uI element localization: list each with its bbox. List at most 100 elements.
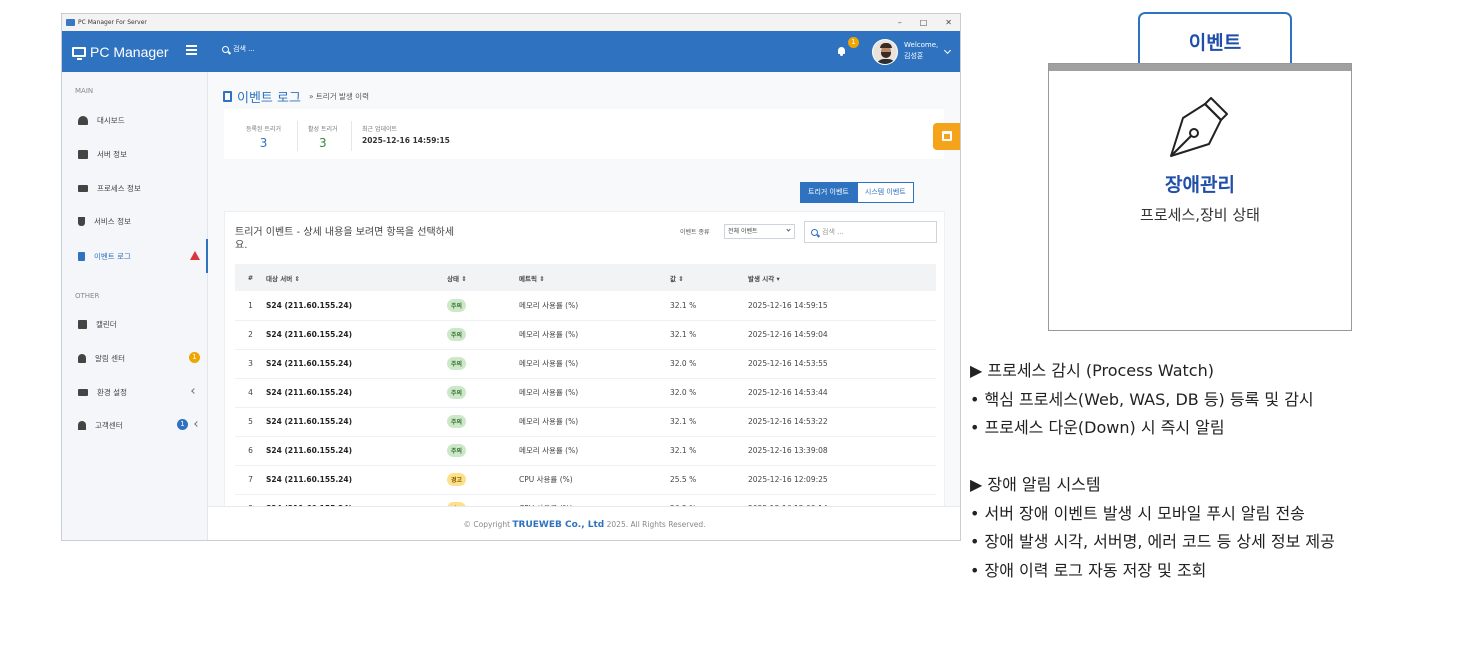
col-value[interactable]: 값 ⇕ xyxy=(670,264,748,291)
stat-label: 활성 트리거 xyxy=(308,126,338,133)
row-metric: CPU 사용률 (%) xyxy=(519,494,670,506)
stat-label: 최근 업데이트 xyxy=(362,126,398,133)
table-row[interactable]: 7 S24 (211.60.155.24) 경고 CPU 사용률 (%) 25.5 % 2… xyxy=(235,465,936,495)
sidebar-item-service-info[interactable]: 서비스 정보 xyxy=(62,209,208,233)
tab-system-events[interactable]: 시스템 이벤트 xyxy=(856,182,914,203)
sidebar-item-dashboard[interactable]: 대시보드 xyxy=(62,108,208,132)
table-row[interactable]: 2 S24 (211.60.155.24) 주의 메모리 사용률 (%) 32.1 % 2… xyxy=(235,320,936,350)
support-count-badge: 1 xyxy=(177,419,188,430)
bell-icon xyxy=(78,353,86,363)
menu-toggle-icon[interactable] xyxy=(186,45,197,55)
maximize-icon[interactable]: □ xyxy=(920,18,928,27)
sliders-icon xyxy=(78,388,88,396)
row-number: 3 xyxy=(235,349,266,379)
calendar-icon xyxy=(78,319,87,329)
event-tabs: 트리거 이벤트 시스템 이벤트 xyxy=(800,182,914,203)
row-number: 1 xyxy=(235,291,266,321)
row-time: 2025-12-16 14:53:44 xyxy=(748,378,936,408)
row-status-cell: 경고 xyxy=(447,465,519,495)
event-table: # 대상 서버 ⇕ 상태 ⇕ 메트릭 ⇕ 값 ⇕ 발생 시각 ▾ 1 S24 (2… xyxy=(235,264,936,506)
page-title: 이벤트 로그 » 트리거 발생 이력 xyxy=(223,87,369,106)
table-header-row: # 대상 서버 ⇕ 상태 ⇕ 메트릭 ⇕ 값 ⇕ 발생 시각 ▾ xyxy=(235,264,936,291)
table-row[interactable]: 5 S24 (211.60.155.24) 주의 메모리 사용률 (%) 32.1 % 2… xyxy=(235,407,936,437)
notification-badge: 1 xyxy=(848,37,859,48)
row-value: 32.1 % xyxy=(670,436,748,466)
calendar-button[interactable] xyxy=(933,123,960,150)
desc-bullet: • 장애 발생 시각, 서버명, 에러 코드 등 상세 정보 제공 xyxy=(970,532,1335,551)
sidebar-item-calendar[interactable]: 캘린더 xyxy=(62,312,208,336)
stat-value: 3 xyxy=(259,136,268,150)
row-metric: 메모리 사용률 (%) xyxy=(519,407,670,437)
desc-heading-alert-system: ▶ 장애 알림 시스템 xyxy=(970,475,1101,494)
row-metric: 메모리 사용률 (%) xyxy=(519,291,670,321)
table-row[interactable]: 3 S24 (211.60.155.24) 주의 메모리 사용률 (%) 32.0 % 2… xyxy=(235,349,936,379)
minimize-icon[interactable]: – xyxy=(898,18,902,27)
table-row[interactable]: 1 S24 (211.60.155.24) 주의 메모리 사용률 (%) 32.1 % 2… xyxy=(235,291,936,321)
row-value: 26.3 % xyxy=(670,494,748,506)
desc-bullet: • 프로세스 다운(Down) 시 즉시 알림 xyxy=(970,418,1225,437)
feature-card: 장애관리 프로세스,장비 상태 xyxy=(1048,63,1352,331)
sidebar-item-notification-center[interactable]: 알림 센터 1 xyxy=(62,346,208,370)
sidebar-item-event-log[interactable]: 이벤트 로그 xyxy=(62,239,209,273)
server-icon xyxy=(78,149,88,159)
desc-bullet: • 장애 이력 로그 자동 저장 및 조회 xyxy=(970,561,1207,580)
stats-card: 등록된 트리거 3 활성 트리거 3 최근 업데이트 2025-12-16 14… xyxy=(224,109,944,159)
col-metric[interactable]: 메트릭 ⇕ xyxy=(519,264,670,291)
filter-label: 이벤트 종류 xyxy=(680,229,710,236)
row-value: 32.0 % xyxy=(670,378,748,408)
stat-label: 등록된 트리거 xyxy=(246,126,282,133)
row-time: 2025-12-16 13:39:08 xyxy=(748,436,936,466)
row-metric: 메모리 사용률 (%) xyxy=(519,349,670,379)
brand-name: PC Manager xyxy=(90,43,169,60)
row-number: 2 xyxy=(235,320,266,350)
row-metric: 메모리 사용률 (%) xyxy=(519,320,670,350)
row-server: S24 (211.60.155.24) xyxy=(266,436,447,466)
card-top-bar xyxy=(1049,64,1351,71)
event-type-select[interactable]: 전체 이벤트 xyxy=(724,224,795,239)
row-server: S24 (211.60.155.24) xyxy=(266,291,447,321)
app-window: PC Manager For Server – □ ✕ PC Manager 검… xyxy=(61,13,961,541)
row-server: S24 (211.60.155.24) xyxy=(266,494,447,506)
row-number: 6 xyxy=(235,436,266,466)
panel-title: 트리거 이벤트 - 상세 내용을 보려면 항목을 선택하세요. xyxy=(235,227,455,251)
row-time: 2025-12-16 12:09:14 xyxy=(748,494,936,506)
table-row[interactable]: 6 S24 (211.60.155.24) 주의 메모리 사용률 (%) 32.1 % 2… xyxy=(235,436,936,466)
clipboard-icon xyxy=(223,91,232,102)
top-search-placeholder: 검색 ... xyxy=(233,45,255,53)
chevron-left-icon xyxy=(191,388,197,394)
avatar[interactable] xyxy=(872,39,898,65)
table-row[interactable]: 4 S24 (211.60.155.24) 주의 메모리 사용률 (%) 32.0 % 2… xyxy=(235,378,936,408)
event-section-tab: 이벤트 xyxy=(1138,12,1292,64)
bell-icon[interactable] xyxy=(837,46,846,56)
sidebar-item-process-info[interactable]: 프로세스 정보 xyxy=(62,176,208,200)
sidebar-item-server-info[interactable]: 서버 정보 xyxy=(62,142,208,166)
col-status[interactable]: 상태 ⇕ xyxy=(447,264,519,291)
row-status-cell: 주의 xyxy=(447,320,519,350)
dashboard-icon xyxy=(78,115,88,125)
breadcrumb: » 트리거 발생 이력 xyxy=(308,92,369,101)
row-metric: 메모리 사용률 (%) xyxy=(519,378,670,408)
close-icon[interactable]: ✕ xyxy=(945,18,952,27)
sidebar-item-label: 고객센터 xyxy=(95,420,123,430)
sidebar-item-label: 서비스 정보 xyxy=(94,216,131,226)
col-time[interactable]: 발생 시각 ▾ xyxy=(748,264,936,291)
sidebar-item-label: 환경 설정 xyxy=(97,387,127,397)
sidebar-item-settings[interactable]: 환경 설정 xyxy=(62,380,208,404)
chevron-down-icon[interactable] xyxy=(943,46,952,55)
tab-trigger-events[interactable]: 트리거 이벤트 xyxy=(800,182,857,203)
user-welcome[interactable]: Welcome, 김성훈 xyxy=(904,40,938,62)
top-search[interactable]: 검색 ... xyxy=(222,44,255,54)
col-server[interactable]: 대상 서버 ⇕ xyxy=(266,264,447,291)
event-search-input[interactable]: 검색 ... xyxy=(804,221,937,243)
row-server: S24 (211.60.155.24) xyxy=(266,407,447,437)
sidebar-item-support[interactable]: 고객센터 1 xyxy=(62,413,208,437)
desc-bullet: • 서버 장애 이벤트 발생 시 모바일 푸시 알림 전송 xyxy=(970,504,1305,523)
row-status-cell: 주의 xyxy=(447,407,519,437)
table-row[interactable]: 8S24 (211.60.155.24)경고CPU 사용률 (%)26.3 %2… xyxy=(235,494,936,506)
sidebar: MAIN 대시보드 서버 정보 프로세스 정보 서비스 정보 이벤트 로그 OT… xyxy=(62,72,209,540)
footer-company[interactable]: TRUEWEB Co., Ltd xyxy=(512,520,604,530)
list-icon xyxy=(78,184,88,192)
row-value: 32.1 % xyxy=(670,320,748,350)
page-title-text: 이벤트 로그 xyxy=(237,91,301,106)
stat-active-triggers: 활성 트리거 3 xyxy=(308,124,338,150)
